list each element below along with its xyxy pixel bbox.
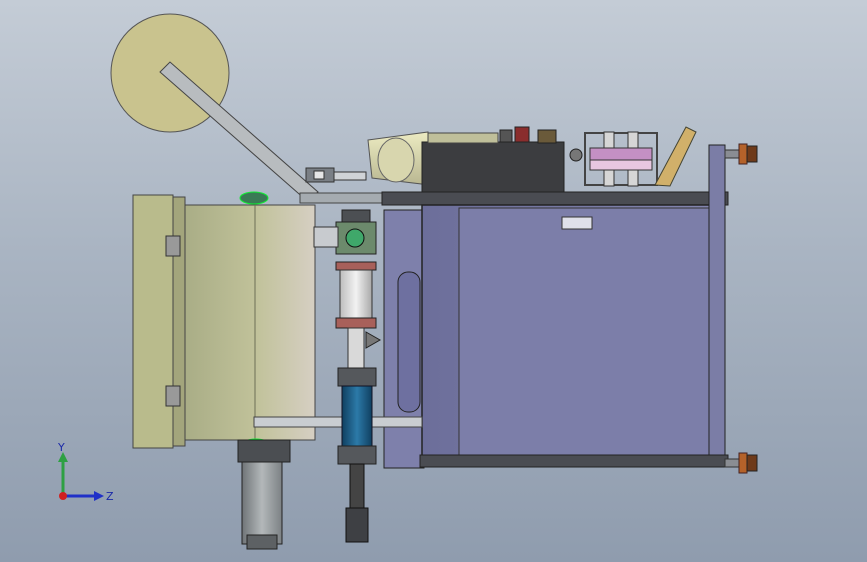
z-axis-arrowhead	[94, 491, 104, 501]
hinge-top	[165, 235, 181, 257]
cabinet-door[interactable]	[458, 207, 710, 457]
column-cylinder[interactable]	[339, 269, 373, 323]
air-cylinder-cap	[337, 367, 377, 387]
door-latch[interactable]	[561, 216, 593, 230]
control-box[interactable]	[421, 141, 565, 193]
column-gearbox[interactable]	[313, 209, 377, 255]
guide-plate	[654, 126, 697, 187]
cabinet-right-post	[708, 144, 726, 466]
cabinet-handle-slot[interactable]	[397, 271, 421, 413]
column-flange-bottom	[335, 317, 377, 329]
cabinet-bottom-rail	[419, 454, 729, 468]
panel-nut-top	[239, 191, 269, 205]
x-axis-dot	[59, 492, 67, 500]
cabinet-top-plate	[381, 191, 729, 206]
z-axis-label: Z	[106, 490, 114, 503]
air-cylinder-body[interactable]	[341, 385, 373, 447]
column-flange-top	[335, 261, 377, 271]
shaft-rod	[253, 416, 423, 428]
air-cylinder-base	[337, 445, 377, 465]
box-fittings	[427, 126, 557, 144]
column-rod	[347, 327, 365, 369]
column-bracket	[365, 331, 382, 349]
side-panel[interactable]	[132, 194, 316, 449]
air-cylinder-end	[345, 507, 369, 543]
cad-viewport[interactable]	[0, 0, 867, 562]
sensor-assembly[interactable]	[305, 167, 367, 183]
leveling-foot-bottom[interactable]	[724, 452, 758, 474]
roller-assembly[interactable]	[569, 131, 658, 187]
hinge-bottom	[165, 385, 181, 407]
leveling-foot-top[interactable]	[724, 143, 758, 165]
support-arm	[159, 61, 319, 201]
y-axis-label: Y	[57, 441, 65, 454]
orientation-triad: Y Z	[57, 441, 114, 503]
air-cylinder-rod	[349, 463, 365, 511]
drive-motor[interactable]	[237, 439, 291, 550]
feed-funnel[interactable]	[367, 131, 431, 186]
